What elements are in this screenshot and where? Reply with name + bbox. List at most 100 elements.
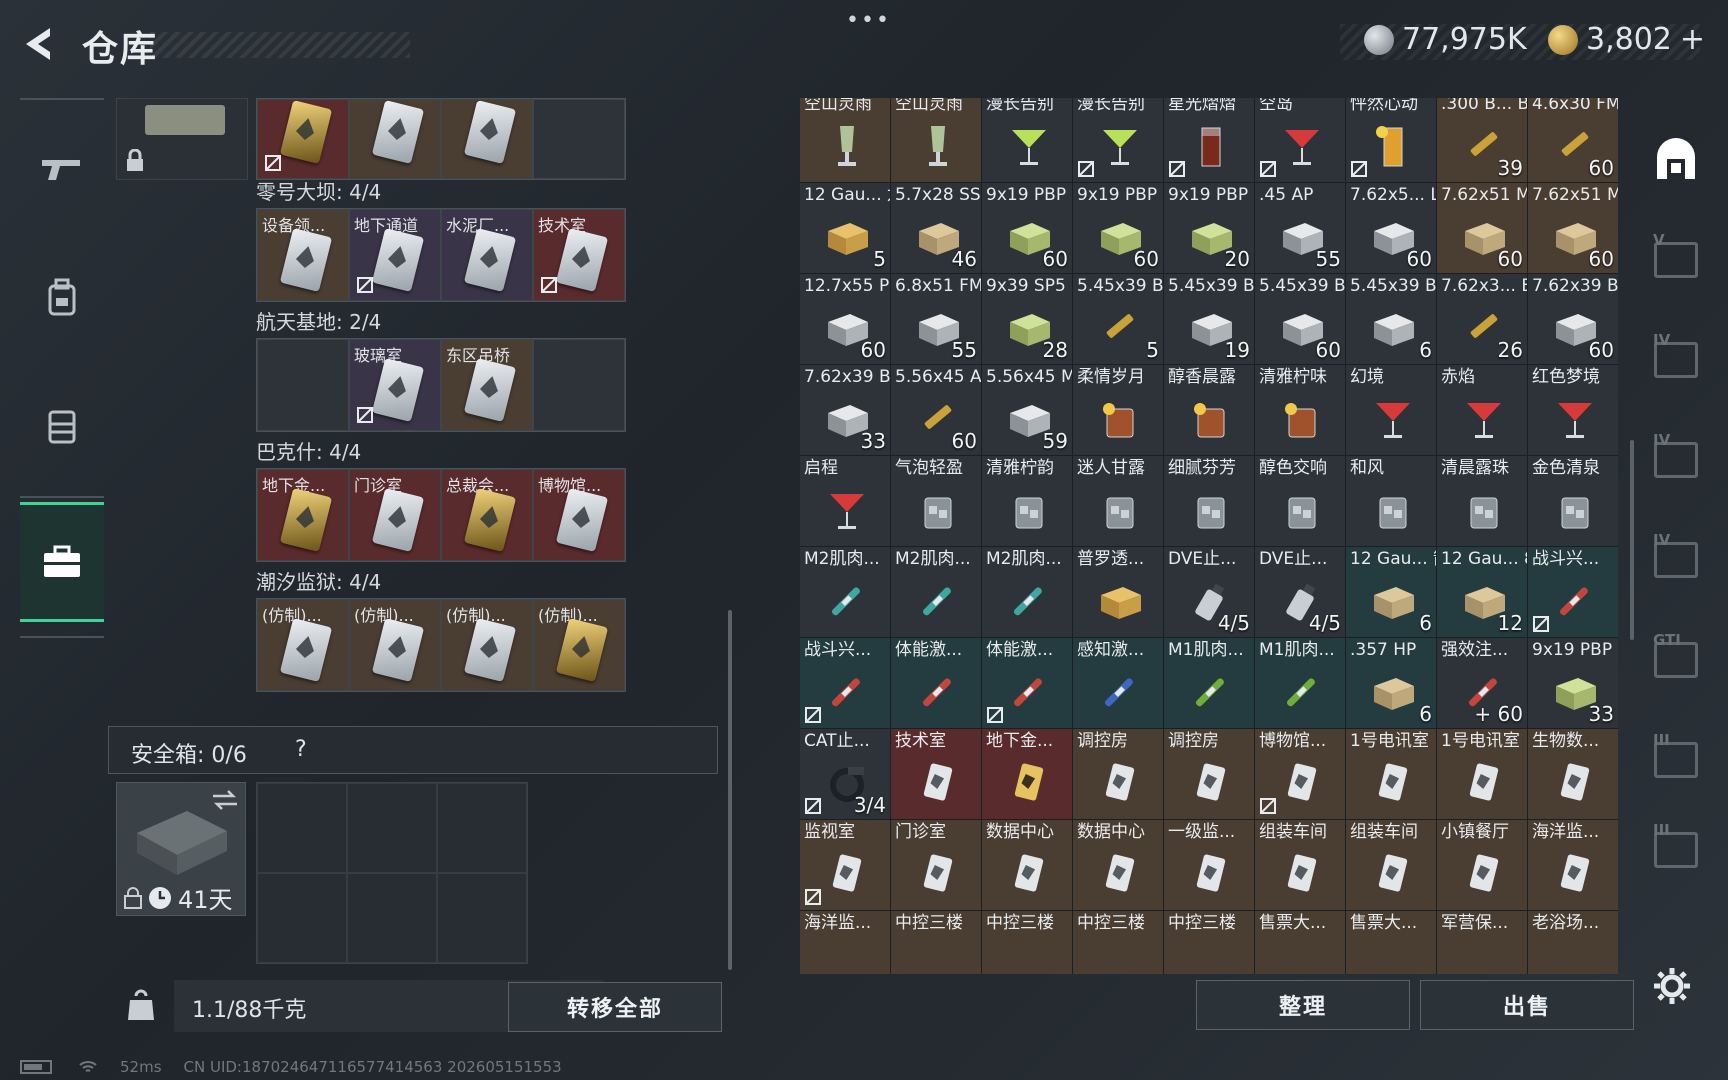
inventory-item[interactable]: 醇色交响 [1255,456,1345,546]
inventory-item[interactable]: 军营保... [1437,911,1527,974]
inventory-item[interactable]: M1肌肉... [1255,638,1345,728]
inventory-item[interactable]: 普罗透... [1073,547,1163,637]
inventory-item[interactable]: 5.45x39 BP 60 [1255,274,1345,364]
inventory-item[interactable]: 售票大... [1346,911,1436,974]
inventory-item[interactable]: 门诊室 [891,820,981,910]
storage-tab[interactable]: IV [1650,531,1702,586]
inventory-item[interactable]: 9x39 SP5 28 [982,274,1072,364]
inventory-item[interactable]: 7.62x51 M80 60 [1437,183,1527,273]
key-cell[interactable] [257,339,349,431]
key-cell[interactable]: (仿制)... [349,599,441,691]
inventory-item[interactable]: 地下金... [982,729,1072,819]
safe-slot[interactable] [437,783,527,873]
storage-tab[interactable]: III [1650,821,1702,876]
key-cell[interactable]: 门诊室 [349,469,441,561]
inventory-item[interactable]: 赤焰 [1437,365,1527,455]
inventory-item[interactable]: 空山灵雨 [800,98,890,182]
safe-slot[interactable] [437,873,527,963]
inventory-item[interactable]: 7.62x39 BP 33 [800,365,890,455]
inventory-item[interactable]: 12 Gau... 龙息弹 5 [800,183,890,273]
inventory-item[interactable]: 海洋监... [800,911,890,974]
inventory-item[interactable]: 中控三楼 [1073,911,1163,974]
inventory-item[interactable]: 气泡轻盈 [891,456,981,546]
safe-slot[interactable] [257,783,347,873]
inventory-item[interactable]: 怦然心动 [1346,98,1436,182]
inventory-item[interactable]: 1号电讯室 [1437,729,1527,819]
inventory-item[interactable]: 柔情岁月 [1073,365,1163,455]
inventory-item[interactable]: M2肌肉... [982,547,1072,637]
inventory-item[interactable]: 5.45x39 BP 6 [1346,274,1436,364]
inventory-item[interactable]: 技术室 [891,729,981,819]
inventory-item[interactable]: 漫长告别 [1073,98,1163,182]
safe-slot[interactable] [347,783,437,873]
inventory-item[interactable]: M2肌肉... [891,547,981,637]
inventory-item[interactable]: .45 AP 55 [1255,183,1345,273]
inventory-item[interactable]: 组装车间 [1255,820,1345,910]
key-cell[interactable]: 地下通道 [349,209,441,301]
inventory-item[interactable]: .357 HP 6 [1346,638,1436,728]
storage-tab[interactable]: III [1650,731,1702,786]
key-cell[interactable] [533,339,625,431]
inventory-item[interactable]: 5.56x45 APC+T 60 [891,365,981,455]
inventory-item[interactable]: 博物馆... [1255,729,1345,819]
inventory-item[interactable]: 空岛 [1255,98,1345,182]
inventory-item[interactable]: 清雅柠韵 [982,456,1072,546]
key-cell[interactable] [441,99,533,179]
inventory-item[interactable]: 调控房 [1073,729,1163,819]
key-cell-empty[interactable] [533,99,625,179]
inventory-item[interactable]: 4.6x30 FMJ SX 60 [1528,98,1618,182]
inventory-item[interactable]: 一级监... [1164,820,1254,910]
safe-slot[interactable] [347,873,437,963]
nav-vest[interactable] [20,366,104,486]
inventory-item[interactable]: 迷人甘露 [1073,456,1163,546]
inventory-item[interactable]: 5.45x39 BT 5 [1073,274,1163,364]
storage-tab[interactable]: V [1650,231,1702,286]
inventory-item[interactable]: 红色梦境 [1528,365,1618,455]
inventory-item[interactable]: 7.62x51 M80 60 [1528,183,1618,273]
inventory-item[interactable]: 金色清泉 [1528,456,1618,546]
inventory-item[interactable]: 6.8x51 FMJ 55 [891,274,981,364]
key-cell[interactable]: (仿制)... [441,599,533,691]
container-thumbnail[interactable] [116,98,248,180]
nav-toolbox[interactable] [20,502,104,622]
inventory-item[interactable]: 9x19 PBP 60 [1073,183,1163,273]
inventory-item[interactable]: 12.7x55 PD12 60 [800,274,890,364]
inventory-item[interactable]: 12 Gau... 8号霰米... 12 [1437,547,1527,637]
key-cell[interactable]: 技术室 [533,209,625,301]
back-arrow-icon[interactable] [20,24,60,64]
inventory-item[interactable]: 组装车间 [1346,820,1436,910]
inventory-item[interactable]: DVE止... 4/5 [1255,547,1345,637]
inventory-item[interactable]: 清晨露珠 [1437,456,1527,546]
key-cell[interactable] [349,99,441,179]
inventory-item[interactable]: DVE止... 4/5 [1164,547,1254,637]
key-cell[interactable] [257,99,349,179]
inventory-item[interactable]: 售票大... [1255,911,1345,974]
safe-slot[interactable] [257,873,347,963]
inventory-item[interactable]: 数据中心 [982,820,1072,910]
inventory-item[interactable]: 幻境 [1346,365,1436,455]
key-cell[interactable]: 设备领... [257,209,349,301]
inventory-scrollbar[interactable] [1630,440,1634,640]
add-currency-button[interactable]: + [1680,22,1705,57]
inventory-item[interactable]: 醇香晨露 [1164,365,1254,455]
more-menu-icon[interactable]: ••• [846,8,891,33]
inventory-item[interactable]: 中控三楼 [891,911,981,974]
inventory-item[interactable]: 12 Gau... 箭弹 6 [1346,547,1436,637]
inventory-item[interactable]: 老浴场... [1528,911,1618,974]
inventory-item[interactable]: 战斗兴... [800,638,890,728]
help-icon[interactable]: ? [295,737,307,762]
inventory-item[interactable]: 和风 [1346,456,1436,546]
inventory-item[interactable]: 海洋监... [1528,820,1618,910]
storage-tab[interactable]: GTI [1650,631,1702,686]
inventory-item[interactable]: 体能激... [891,638,981,728]
transfer-all-button[interactable]: 转移全部 [508,982,722,1032]
inventory-item[interactable]: 小镇餐厅 [1437,820,1527,910]
inventory-item[interactable]: 7.62x39 BP 60 [1528,274,1618,364]
key-cell[interactable]: 地下金... [257,469,349,561]
key-cell[interactable]: 总裁会... [441,469,533,561]
inventory-item[interactable]: 9x19 PBP 60 [982,183,1072,273]
inventory-item[interactable]: M1肌肉... [1164,638,1254,728]
inventory-item[interactable]: 5.56x45 M855A1 59 [982,365,1072,455]
inventory-item[interactable]: 5.45x39 BP 19 [1164,274,1254,364]
inventory-item[interactable]: 9x19 PBP 33 [1528,638,1618,728]
